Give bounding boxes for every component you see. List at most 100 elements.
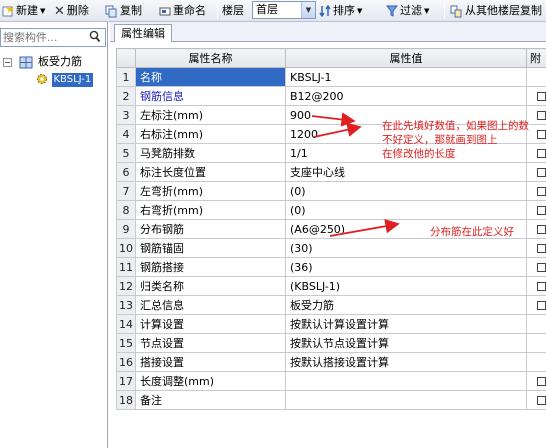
property-name: 钢筋信息 (135, 86, 286, 106)
table-row[interactable]: 6 标注长度位置 支座中心线 (116, 162, 546, 182)
collapse-icon[interactable]: − (3, 57, 12, 67)
slab-rebar-icon (19, 56, 32, 68)
attach-cell (526, 333, 546, 353)
property-name: 汇总信息 (135, 295, 286, 315)
search-icon (89, 30, 101, 43)
table-row[interactable]: 14 计算设置 按默认计算设置计算 (116, 314, 546, 334)
attach-checkbox[interactable] (537, 206, 546, 215)
property-name: 左标注(mm) (135, 105, 286, 125)
property-value[interactable]: (0) (285, 200, 527, 220)
attach-checkbox[interactable] (537, 301, 546, 310)
property-value[interactable]: (KBSLJ-1) (285, 276, 527, 296)
floor-value: 首层 (256, 3, 278, 16)
table-row[interactable]: 17 长度调整(mm) (116, 371, 546, 391)
table-row[interactable]: 15 节点设置 按默认节点设置计算 (116, 333, 546, 353)
attach-checkbox[interactable] (537, 396, 546, 405)
table-row[interactable]: 13 汇总信息 板受力筋 (116, 295, 546, 315)
search-button[interactable] (85, 29, 105, 46)
search-input[interactable] (1, 29, 85, 46)
annotation-note-distribution: 分布筋在此定义好 (430, 226, 514, 238)
table-row[interactable]: 7 左弯折(mm) (0) (116, 181, 546, 201)
property-name: 左弯折(mm) (135, 181, 286, 201)
attach-checkbox[interactable] (537, 225, 546, 234)
property-value[interactable]: 板受力筋 (285, 295, 527, 315)
table-row[interactable]: 1 名称 KBSLJ-1 (116, 67, 546, 87)
delete-button[interactable]: ✕ 删除 (54, 1, 89, 20)
rename-button[interactable]: 重命名 (159, 1, 206, 20)
filter-button[interactable]: 过滤 ▼ (386, 1, 429, 20)
property-value[interactable]: B12@200 (285, 86, 527, 106)
attach-cell (526, 371, 546, 391)
property-value[interactable]: 按默认搭接设置计算 (285, 352, 527, 372)
row-number: 10 (116, 238, 136, 258)
copy-from-floor-button[interactable]: 从其他楼层复制 (450, 1, 542, 20)
filter-icon (386, 5, 398, 17)
property-name: 名称 (135, 67, 286, 87)
property-value[interactable]: 按默认计算设置计算 (285, 314, 527, 334)
property-value[interactable]: (0) (285, 181, 527, 201)
table-row[interactable]: 18 备注 (116, 390, 546, 410)
chevron-down-icon[interactable]: ▼ (301, 2, 315, 18)
delete-icon: ✕ (54, 3, 65, 19)
attach-checkbox[interactable] (537, 263, 546, 272)
copy-from-floor-label: 从其他楼层复制 (465, 4, 542, 17)
header-property-name: 属性名称 (135, 48, 286, 68)
property-name: 搭接设置 (135, 352, 286, 372)
attach-cell (526, 219, 546, 239)
row-number: 9 (116, 219, 136, 239)
attach-checkbox[interactable] (537, 111, 546, 120)
tab-property-edit[interactable]: 属性编辑 (114, 24, 172, 42)
copy-icon (105, 5, 117, 17)
row-number: 13 (116, 295, 136, 315)
annotation-note-line1: 在此先填好数值，如果图上的数 (382, 120, 529, 132)
property-name: 钢筋锚固 (135, 238, 286, 258)
attach-checkbox[interactable] (537, 130, 546, 139)
attach-cell (526, 390, 546, 410)
attach-checkbox[interactable] (537, 168, 546, 177)
new-label: 新建 (16, 4, 38, 17)
attach-checkbox[interactable] (537, 187, 546, 196)
attach-checkbox[interactable] (537, 149, 546, 158)
attach-checkbox[interactable] (537, 92, 546, 101)
property-value[interactable]: (36) (285, 257, 527, 277)
table-row[interactable]: 8 右弯折(mm) (0) (116, 200, 546, 220)
sort-button[interactable]: 排序 ▼ (319, 1, 362, 20)
table-row[interactable]: 10 钢筋锚固 (30) (116, 238, 546, 258)
attach-checkbox[interactable] (537, 244, 546, 253)
property-name: 马凳筋排数 (135, 143, 286, 163)
attach-checkbox[interactable] (537, 282, 546, 291)
annotation-note-line2: 不好定义，那就画到图上 (382, 134, 498, 146)
row-number: 1 (116, 67, 136, 87)
header-row-number (116, 48, 136, 68)
gear-icon (37, 74, 47, 84)
tree-child-label: KBSLJ-1 (51, 73, 94, 87)
attach-cell (526, 181, 546, 201)
floor-select[interactable]: 首层 ▼ (252, 1, 316, 19)
attach-checkbox[interactable] (537, 377, 546, 386)
table-row[interactable]: 12 归类名称 (KBSLJ-1) (116, 276, 546, 296)
property-value[interactable]: KBSLJ-1 (285, 67, 527, 87)
annotation-note-line3: 在修改他的长度 (382, 148, 456, 160)
component-tree-panel: − 板受力筋 KBSLJ-1 (0, 22, 108, 448)
table-row[interactable]: 2 钢筋信息 B12@200 (116, 86, 546, 106)
table-row[interactable]: 16 搭接设置 按默认搭接设置计算 (116, 352, 546, 372)
tree-node-root[interactable]: − 板受力筋 (0, 54, 82, 70)
new-button[interactable]: 新建 ▼ (2, 1, 45, 20)
property-value[interactable]: (30) (285, 238, 527, 258)
tree-node-kbslj-1[interactable]: KBSLJ-1 (36, 71, 94, 87)
property-name: 标注长度位置 (135, 162, 286, 182)
row-number: 3 (116, 105, 136, 125)
search-box (0, 28, 106, 47)
delete-label: 删除 (66, 4, 89, 17)
property-value[interactable] (285, 371, 527, 391)
row-number: 6 (116, 162, 136, 182)
property-value[interactable] (285, 390, 527, 410)
table-row[interactable]: 11 钢筋搭接 (36) (116, 257, 546, 277)
attach-cell (526, 86, 546, 106)
floor-label: 楼层 (222, 4, 244, 17)
row-number: 2 (116, 86, 136, 106)
copy-button[interactable]: 复制 (105, 1, 142, 20)
property-value[interactable]: 支座中心线 (285, 162, 527, 182)
property-name: 节点设置 (135, 333, 286, 353)
property-value[interactable]: 按默认节点设置计算 (285, 333, 527, 353)
